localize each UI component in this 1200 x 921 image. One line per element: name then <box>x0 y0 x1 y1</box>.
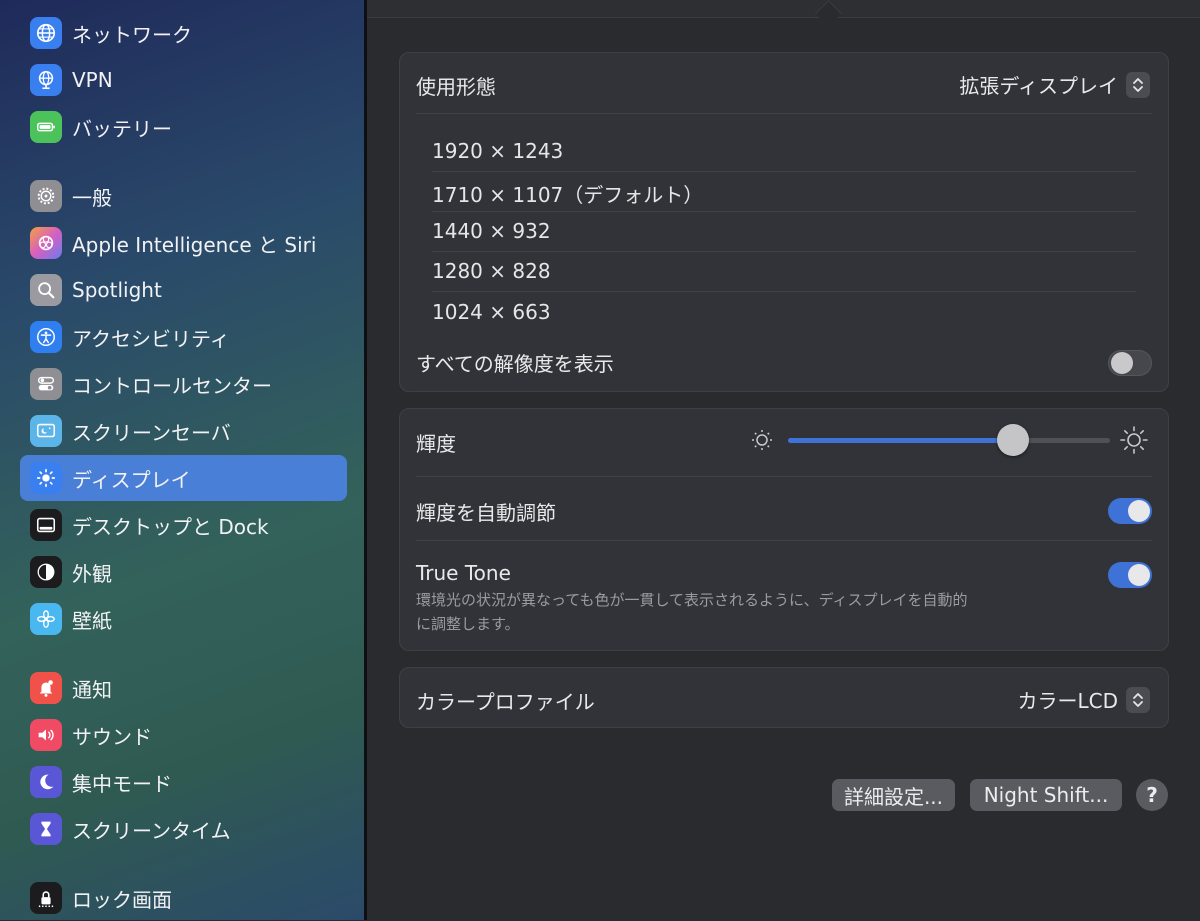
accessibility-icon <box>30 321 62 353</box>
brightness-label: 輝度 <box>416 432 456 456</box>
sidebar-item-spotlight[interactable]: Spotlight <box>20 267 347 313</box>
updown-chevron-icon <box>1126 686 1150 713</box>
moon-icon <box>30 766 62 798</box>
show-all-resolutions-toggle[interactable] <box>1108 350 1152 376</box>
globe-icon <box>30 17 62 49</box>
sidebar-item-label: ネットワーク <box>72 22 192 47</box>
row-separator <box>432 251 1136 252</box>
sidebar-item-label: ロック画面 <box>72 887 172 912</box>
resolution-option[interactable]: 1024 × 663 <box>432 300 551 324</box>
screensaver-icon <box>30 415 62 447</box>
sidebar-item-accessibility[interactable]: アクセシビリティ <box>20 314 347 360</box>
auto-brightness-label: 輝度を自動調節 <box>416 501 556 525</box>
true-tone-description: 環境光の状況が異なっても色が一貫して表示されるように、ディスプレイを自動的 <box>416 591 968 609</box>
row-separator <box>416 540 1152 541</box>
sidebar-item-label: Spotlight <box>72 278 162 302</box>
resolution-option[interactable]: 1710 × 1107（デフォルト） <box>432 179 703 208</box>
sidebar-item-label: 壁紙 <box>72 608 112 633</box>
color-profile-popup[interactable]: カラーLCD <box>1017 685 1150 714</box>
show-all-resolutions-label: すべての解像度を表示 <box>416 352 614 376</box>
resolution-option[interactable]: 1280 × 828 <box>432 259 551 283</box>
advanced-settings-button[interactable]: 詳細設定... <box>832 779 955 811</box>
sidebar-item-lock-screen[interactable]: ロック画面 <box>20 875 347 921</box>
sidebar-item-label: スクリーンタイム <box>72 818 231 843</box>
vpn-globe-icon <box>30 64 62 96</box>
sidebar-item-general[interactable]: 一般 <box>20 173 347 219</box>
sidebar-item-label: 通知 <box>72 677 112 702</box>
brightness-group: 輝度 輝度を自動調節 True Tone 環境光の状況が異なっても色が一貫して表… <box>399 408 1169 651</box>
sidebar-item-label: サウンド <box>72 724 152 749</box>
updown-chevron-icon <box>1126 71 1150 98</box>
sidebar-item-label: コントロールセンター <box>72 373 272 398</box>
battery-icon <box>30 111 62 143</box>
usage-label: 使用形態 <box>416 75 496 99</box>
apple-intelligence-icon <box>30 227 62 259</box>
sidebar-item-apple-intelligence[interactable]: Apple Intelligence と Siri <box>20 220 347 266</box>
row-separator <box>416 113 1152 114</box>
speaker-icon <box>30 719 62 751</box>
sidebar-item-wallpaper[interactable]: 壁紙 <box>20 596 347 642</box>
sidebar-item-label: 集中モード <box>72 771 172 796</box>
sidebar-item-display[interactable]: ディスプレイ <box>20 455 347 501</box>
true-tone-toggle[interactable] <box>1108 562 1152 588</box>
help-button[interactable]: ? <box>1136 779 1168 811</box>
sidebar-item-label: Apple Intelligence と Siri <box>72 232 317 257</box>
dock-icon <box>30 509 62 541</box>
toggles-icon <box>30 368 62 400</box>
sidebar-item-label: デスクトップと Dock <box>72 514 269 539</box>
bell-icon <box>30 672 62 704</box>
brightness-slider-fill <box>788 438 1014 443</box>
sidebar-item-label: 一般 <box>72 185 112 210</box>
gear-icon <box>30 180 62 212</box>
sidebar: ネットワーク VPN バッテリー 一般 Apple Intelligence と… <box>0 0 364 920</box>
sidebar-item-focus[interactable]: 集中モード <box>20 759 347 805</box>
resolution-option[interactable]: 1920 × 1243 <box>432 139 563 163</box>
row-separator <box>432 211 1136 212</box>
appearance-icon <box>30 556 62 588</box>
sidebar-item-label: スクリーンセーバ <box>72 420 231 445</box>
sidebar-item-screen-time[interactable]: スクリーンタイム <box>20 806 347 852</box>
sidebar-item-notifications[interactable]: 通知 <box>20 665 347 711</box>
sidebar-item-label: VPN <box>72 68 113 92</box>
resolution-group: 使用形態 拡張ディスプレイ 1920 × 1243 1710 × 1107（デフ… <box>399 52 1169 392</box>
hourglass-icon <box>30 813 62 845</box>
display-settings-pane: 使用形態 拡張ディスプレイ 1920 × 1243 1710 × 1107（デフ… <box>367 0 1200 920</box>
sidebar-item-sound[interactable]: サウンド <box>20 712 347 758</box>
sidebar-item-label: ディスプレイ <box>72 467 191 492</box>
true-tone-description-cont: に調整します。 <box>416 615 520 633</box>
row-separator <box>432 171 1136 172</box>
true-tone-label: True Tone <box>416 561 511 585</box>
sidebar-item-battery[interactable]: バッテリー <box>20 104 347 150</box>
resolution-option[interactable]: 1440 × 932 <box>432 219 551 243</box>
wallpaper-icon <box>30 603 62 635</box>
sidebar-item-desktop-dock[interactable]: デスクトップと Dock <box>20 502 347 548</box>
sun-icon <box>30 462 62 494</box>
sun-large-icon <box>1118 424 1150 456</box>
magnifier-icon <box>30 274 62 306</box>
row-separator <box>416 476 1152 477</box>
sidebar-item-vpn[interactable]: VPN <box>20 57 347 103</box>
sidebar-item-label: 外観 <box>72 561 112 586</box>
usage-value: 拡張ディスプレイ <box>959 74 1118 98</box>
lock-screen-icon <box>30 882 62 914</box>
sun-small-icon <box>748 426 776 454</box>
row-separator <box>432 291 1136 292</box>
sidebar-item-screensaver[interactable]: スクリーンセーバ <box>20 408 347 454</box>
color-profile-value: カラーLCD <box>1017 689 1118 713</box>
sidebar-item-network[interactable]: ネットワーク <box>20 10 347 56</box>
sidebar-item-label: バッテリー <box>72 116 172 141</box>
usage-popup[interactable]: 拡張ディスプレイ <box>959 70 1150 99</box>
color-profile-label: カラープロファイル <box>416 690 595 714</box>
display-selector-bar <box>367 0 1200 18</box>
auto-brightness-toggle[interactable] <box>1108 498 1152 524</box>
brightness-slider-thumb[interactable] <box>997 424 1030 456</box>
color-profile-group: カラープロファイル カラーLCD <box>399 667 1169 728</box>
sidebar-item-appearance[interactable]: 外観 <box>20 549 347 595</box>
sidebar-item-label: アクセシビリティ <box>72 326 230 351</box>
sidebar-item-control-center[interactable]: コントロールセンター <box>20 361 347 407</box>
night-shift-button[interactable]: Night Shift... <box>970 779 1122 811</box>
